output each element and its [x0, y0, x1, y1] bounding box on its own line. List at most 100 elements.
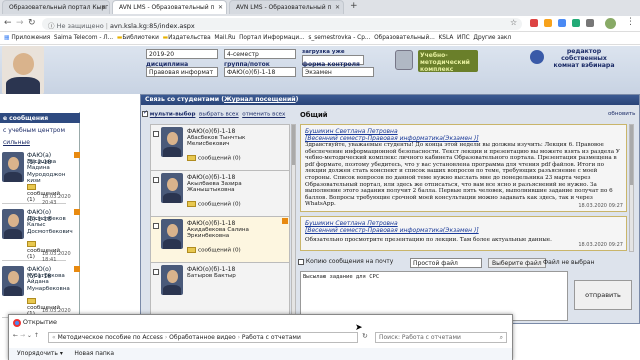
student-name: Акидабекова Салина Эркинбековна: [187, 227, 249, 240]
back-icon[interactable]: ←: [13, 332, 18, 339]
bookmark-item[interactable]: s_semestrovka - Ср...: [308, 35, 370, 41]
multi-select-checkbox[interactable]: ✓: [142, 109, 148, 117]
bookmark-item[interactable]: KSLA: [438, 35, 453, 41]
multi-select-label[interactable]: мульти-выбор: [150, 112, 196, 118]
reload-icon[interactable]: ↻: [28, 18, 36, 28]
attendance-link[interactable]: Журнал посещений: [224, 96, 296, 103]
bookmark-item[interactable]: Портал Информаци...: [239, 35, 305, 41]
close-icon[interactable]: ✕: [335, 4, 340, 11]
student-list-scrollbar[interactable]: [291, 124, 296, 320]
message-author[interactable]: Бушикин Светлана Петровна: [305, 220, 622, 227]
bookmark-item[interactable]: Библиотеки: [122, 35, 159, 41]
message-subject[interactable]: [Весенний семестр-Правовая информатика(Э…: [305, 227, 622, 234]
url-text: avn.ksla.kg:85/index.aspx: [110, 22, 195, 30]
discipline-select[interactable]: Правовая информат: [146, 67, 218, 77]
extension-icon[interactable]: [572, 19, 580, 27]
compose-text: Высылаю задание для СРС: [303, 274, 380, 280]
dialog-search[interactable]: Поиск: Работа с отчетами ⌕: [375, 332, 507, 343]
bookmark-item[interactable]: Приложения: [11, 35, 50, 41]
student-checkbox[interactable]: [153, 269, 159, 275]
orange-flag-icon: [74, 152, 80, 158]
file-type-value: Простой файл: [413, 260, 458, 267]
message-count[interactable]: сообщений (0): [187, 247, 241, 254]
bookmark-item[interactable]: Saima Telecom - Л...: [54, 35, 113, 41]
send-button[interactable]: отправить: [574, 280, 632, 310]
organize-button[interactable]: Упорядочить ▾: [17, 350, 63, 357]
new-tab-button[interactable]: +: [350, 1, 358, 11]
student-name: Абасбеков Тынчтык Мелисбекович: [187, 135, 246, 148]
chevron-down-icon[interactable]: ⌄: [27, 332, 32, 339]
message-count[interactable]: сообщений (0): [187, 155, 241, 162]
count-text: сообщений (0): [198, 201, 241, 208]
select-all-link[interactable]: выбрать всех: [199, 112, 239, 118]
message-count[interactable]: сообщений (0): [187, 201, 241, 208]
message-body: Здравствуйте, уважаемые студенты! До кон…: [305, 142, 620, 208]
browser-tab[interactable]: AVN LMS - Образовательный п ✕: [229, 0, 344, 14]
extension-icon[interactable]: [544, 19, 552, 27]
scrollbar-thumb[interactable]: [630, 125, 633, 185]
file-type-select[interactable]: Простой файл: [410, 258, 482, 268]
student-checkbox[interactable]: [153, 131, 159, 137]
student-group: ФАЮ(о)(б)-1-18: [187, 174, 236, 181]
sidebar-message-item[interactable]: ФАЮ(о)(б)-1-18 Досмотбеков Калыс Досмотб…: [2, 207, 73, 263]
group-select[interactable]: ФАЮ(о)(б)-1-18: [224, 67, 296, 77]
sidebar-all-link[interactable]: сильные: [3, 139, 30, 146]
extension-icon[interactable]: [586, 19, 594, 27]
control-select[interactable]: Экзамен: [302, 67, 374, 77]
student-card[interactable]: ФАЮ(о)(б)-1-18 Батыров Бактыр: [150, 262, 290, 320]
dialog-refresh-icon[interactable]: ↻: [362, 332, 368, 340]
profile-avatar[interactable]: [605, 18, 616, 29]
mouse-cursor-icon: ➤: [355, 323, 363, 333]
sidebar-message-item[interactable]: ФАЮ(а)(б)-2-18 Эргашева Мадина Мурододжо…: [2, 150, 71, 206]
student-checkbox[interactable]: [153, 223, 159, 229]
close-icon[interactable]: ✕: [101, 4, 106, 11]
up-icon[interactable]: ↑: [34, 332, 39, 339]
browser-tab[interactable]: Образовательный портал Кырг ✕: [2, 0, 110, 14]
section-title: Связь со студентами: [145, 96, 220, 103]
envelope-icon: [187, 201, 196, 207]
extension-icon[interactable]: [558, 19, 566, 27]
bookmark-item[interactable]: Образовательный...: [374, 35, 435, 41]
sidebar-message-item[interactable]: ФАЮ(о)(б)-1-18 Кубатбекова Айдана Мунарб…: [2, 264, 71, 318]
bookmark-item[interactable]: Другие закл: [473, 35, 511, 41]
semester-select[interactable]: 4-семестр: [224, 49, 296, 59]
sidebar-center-link[interactable]: с учебным центром: [3, 127, 65, 134]
forward-icon[interactable]: →: [16, 18, 24, 28]
bookmark-item[interactable]: Издательства: [168, 35, 211, 41]
webinar-icon[interactable]: [530, 50, 544, 64]
dialog-breadcrumb[interactable]: « Методическое пособие по Access › Обраб…: [48, 332, 358, 343]
browser-tab-active[interactable]: AVN LMS - Образовательный п ✕: [112, 0, 227, 14]
back-icon[interactable]: ←: [4, 18, 12, 28]
breadcrumb-item[interactable]: Работа с отчетами: [242, 334, 301, 341]
student-group: ФАЮ(о)(б)-1-18: [187, 128, 236, 135]
mail-copy-checkbox[interactable]: [298, 258, 304, 265]
breadcrumb-item[interactable]: Обработанное видео: [169, 334, 236, 341]
bookmark-item[interactable]: Mail.Ru: [214, 35, 235, 41]
student-photo: [161, 265, 183, 295]
refresh-link[interactable]: обновить: [608, 111, 635, 117]
extension-icon[interactable]: [530, 19, 538, 27]
no-file-label: Файл не выбран: [543, 259, 595, 266]
message-date: 18.03.2020 20:43: [42, 194, 71, 206]
menu-icon[interactable]: ⋮: [626, 17, 635, 27]
address-bar[interactable]: ⓘ Не защищено | avn.ksla.kg:85/index.asp…: [42, 18, 522, 30]
breadcrumb-item[interactable]: Методическое пособие по Access: [58, 334, 163, 341]
message-subject[interactable]: [Весенний семестр-Правовая информатика(Э…: [305, 135, 622, 142]
message-author[interactable]: Бушикин Светлана Петровна: [305, 128, 622, 135]
year-select[interactable]: 2019-20: [146, 49, 218, 59]
close-icon[interactable]: ✕: [218, 4, 223, 11]
umk-icon[interactable]: [395, 50, 413, 70]
main-panel-header: Связь со студентами (Журнал посещений): [141, 95, 639, 105]
student-checkbox[interactable]: [153, 177, 159, 183]
star-icon[interactable]: ☆: [510, 18, 517, 27]
umk-button[interactable]: Учебно-методический комплекс: [418, 50, 478, 73]
deselect-all-link[interactable]: отменить всех: [242, 112, 285, 118]
webinar-editor-link[interactable]: редактор собственных комнат вэбинара: [552, 48, 616, 69]
bookmark-item[interactable]: ИПС: [457, 35, 470, 41]
new-folder-button[interactable]: Новая папка: [74, 350, 114, 357]
scrollbar-thumb[interactable]: [292, 125, 295, 165]
messages-scrollbar[interactable]: [629, 124, 634, 252]
forward-icon[interactable]: →: [20, 332, 25, 339]
choose-file-button[interactable]: Выберите файл: [488, 258, 546, 268]
tab-label: AVN LMS - Образовательный п: [119, 4, 215, 11]
